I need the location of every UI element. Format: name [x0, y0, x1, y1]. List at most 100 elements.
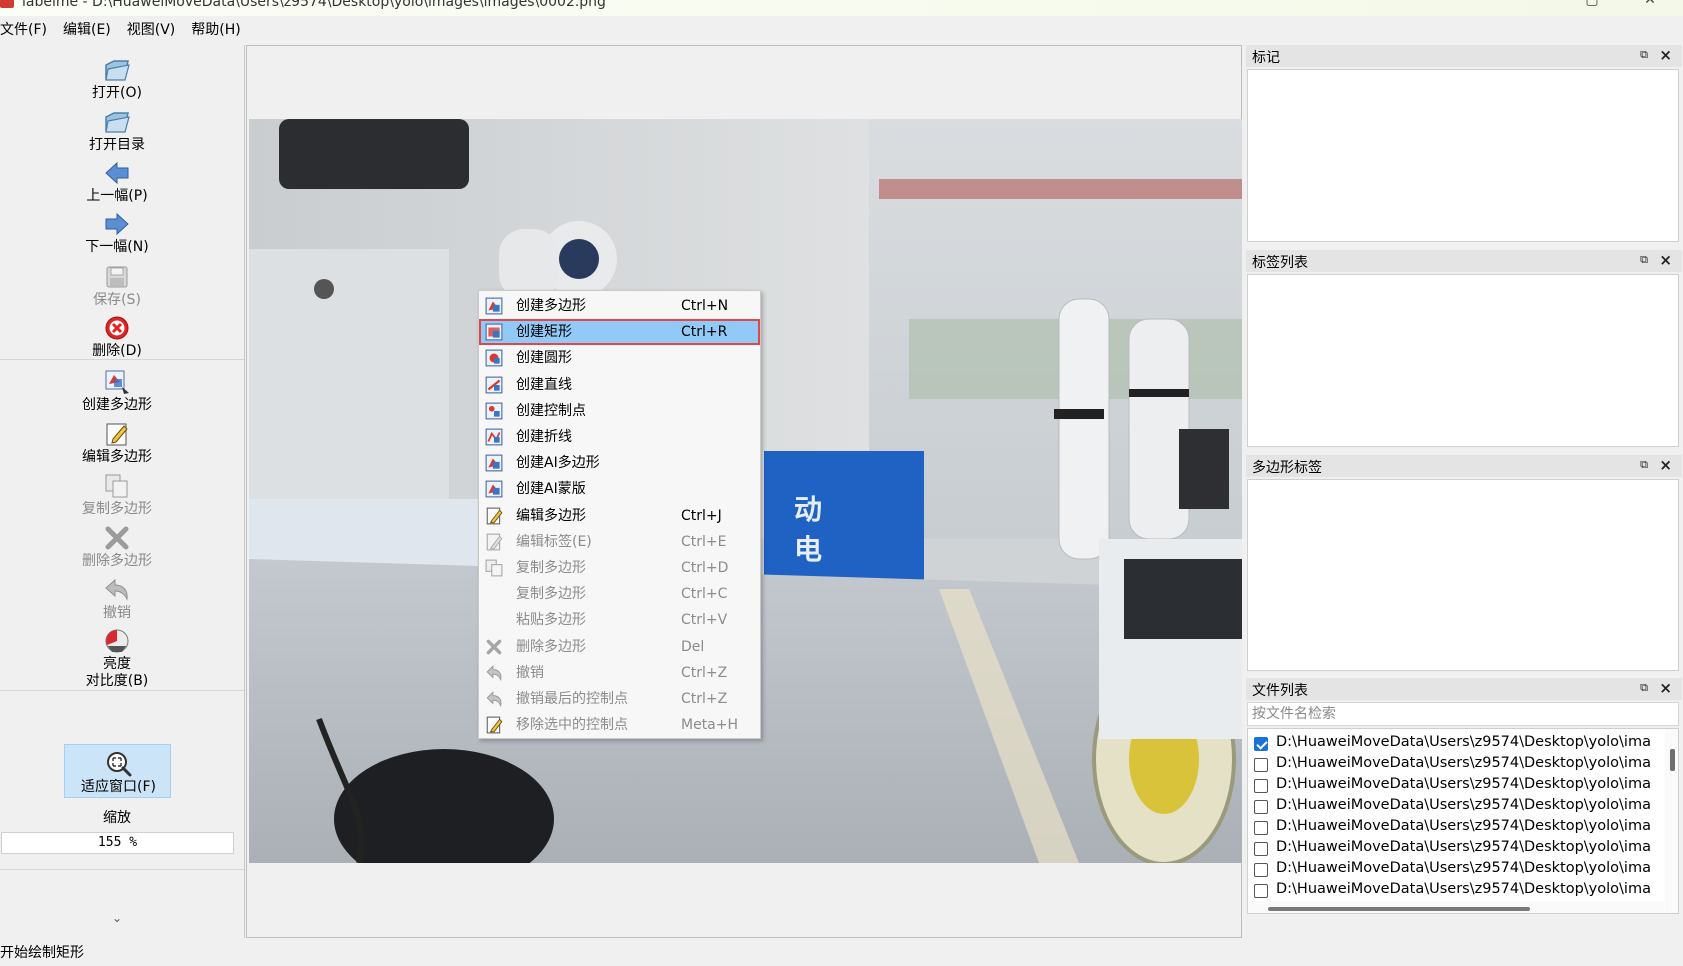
file-list-item[interactable]: D:\HuaweiMoveData\Users\z9574\Desktop\yo…	[1252, 817, 1662, 839]
arrow-left-icon	[105, 161, 129, 185]
context-menu-item-label: 编辑标签(E)	[516, 533, 592, 550]
prev-image-button[interactable]: 上一幅(P)	[0, 158, 234, 205]
context-menu-item[interactable]: 编辑标签(E) Ctrl+E	[479, 529, 760, 555]
fit-window-label: 适应窗口(F)	[81, 779, 156, 795]
label-list[interactable]	[1247, 274, 1679, 447]
float-dock-icon[interactable]: ⧉	[1640, 681, 1648, 695]
context-menu-item-shortcut: Ctrl+Z	[681, 664, 728, 681]
file-list-item[interactable]: D:\HuaweiMoveData\Users\z9574\Desktop\yo…	[1252, 754, 1662, 776]
file-list-item[interactable]: D:\HuaweiMoveData\Users\z9574\Desktop\yo…	[1252, 880, 1662, 902]
file-list-dock: 文件列表 ⧉ × 按文件名检索 D:\HuaweiMoveData\Users\…	[1246, 678, 1682, 938]
context-menu-item-shortcut: Ctrl+Z	[681, 691, 728, 707]
file-checkbox[interactable]	[1254, 884, 1268, 898]
file-checkbox[interactable]	[1254, 758, 1268, 772]
context-menu-item[interactable]: 创建AI多边形	[479, 450, 760, 476]
context-menu-item[interactable]: 删除多边形 Del	[479, 634, 760, 660]
file-list-vertical-scrollbar[interactable]	[1665, 729, 1678, 913]
label-list-dock: 标签列表 ⧉ ×	[1246, 250, 1682, 450]
context-menu-item[interactable]: 创建AI蒙版	[479, 476, 760, 502]
context-menu-item-shortcut: Ctrl+E	[681, 533, 727, 550]
undo-button[interactable]: 撤销	[0, 575, 234, 622]
fit-window-button[interactable]: 适应窗口(F)	[64, 744, 171, 798]
file-path: D:\HuaweiMoveData\Users\z9574\Desktop\yo…	[1276, 797, 1651, 813]
context-menu-item-label: 创建直线	[516, 376, 572, 393]
zoom-input[interactable]: 155 %	[1, 832, 234, 854]
create-polygon-button[interactable]: 创建多边形	[0, 367, 234, 414]
context-menu-item[interactable]: 粘贴多边形 Ctrl+V	[479, 607, 760, 633]
status-message: 开始绘制矩形	[0, 945, 84, 961]
file-list-item[interactable]: D:\HuaweiMoveData\Users\z9574\Desktop\yo…	[1252, 775, 1662, 797]
context-menu-item[interactable]: 创建控制点	[479, 398, 760, 424]
context-menu-item-shortcut: Ctrl+D	[681, 560, 729, 576]
file-list-item[interactable]: D:\HuaweiMoveData\Users\z9574\Desktop\yo…	[1252, 859, 1662, 881]
delete-circle-icon	[105, 316, 129, 340]
float-dock-icon[interactable]: ⧉	[1640, 48, 1648, 62]
close-dock-icon[interactable]: ×	[1659, 456, 1672, 474]
context-menu-item-label: 创建折线	[516, 429, 572, 445]
close-dock-icon[interactable]: ×	[1659, 46, 1672, 64]
edit-polygon-button[interactable]: 编辑多边形	[0, 419, 234, 466]
polygon-labels-list[interactable]	[1247, 479, 1679, 671]
context-menu-item[interactable]: 编辑多边形 Ctrl+J	[479, 503, 760, 529]
context-menu-item[interactable]: 撤销 Ctrl+Z	[479, 660, 760, 686]
close-dock-icon[interactable]: ×	[1659, 679, 1672, 697]
open-dir-button[interactable]: 打开目录	[0, 107, 234, 154]
context-menu-item[interactable]: 撤销最后的控制点 Ctrl+Z	[479, 686, 760, 712]
float-dock-icon[interactable]: ⧉	[1640, 253, 1648, 267]
menu-edit[interactable]: 编辑(E)	[63, 17, 119, 43]
context-menu-item[interactable]: 创建直线	[479, 372, 760, 398]
file-list-item[interactable]: D:\HuaweiMoveData\Users\z9574\Desktop\yo…	[1252, 796, 1662, 818]
menu-file[interactable]: 文件(F)	[0, 17, 55, 43]
brightness-contrast-button[interactable]: 亮度 对比度(B)	[0, 626, 234, 690]
folder-open-icon	[105, 60, 130, 81]
menu-help[interactable]: 帮助(H)	[191, 17, 248, 43]
maximize-icon[interactable]: ▢	[1582, 0, 1602, 12]
file-search-input[interactable]: 按文件名检索	[1247, 702, 1679, 726]
context-menu-item-shortcut: Ctrl+R	[681, 324, 728, 341]
file-list-horizontal-scrollbar[interactable]	[1248, 901, 1664, 913]
open-button[interactable]: 打开(O)	[0, 55, 234, 102]
copy-polygon-button[interactable]: 复制多边形	[0, 471, 234, 518]
file-list[interactable]: D:\HuaweiMoveData\Users\z9574\Desktop\yo…	[1247, 728, 1679, 914]
delete-polygon-button[interactable]: 删除多边形	[0, 523, 234, 570]
file-checkbox[interactable]	[1254, 779, 1268, 793]
file-checkbox[interactable]	[1254, 800, 1268, 814]
rectangle-icon	[485, 323, 503, 341]
context-menu-item[interactable]: 移除选中的控制点 Meta+H	[479, 712, 760, 738]
undo-icon	[486, 664, 502, 681]
circle-icon	[485, 349, 503, 367]
float-dock-icon[interactable]: ⧉	[1640, 458, 1648, 472]
file-checkbox[interactable]	[1254, 821, 1268, 835]
file-checkbox[interactable]	[1254, 863, 1268, 877]
file-checkbox[interactable]	[1254, 842, 1268, 856]
context-menu-item[interactable]: 创建折线	[479, 424, 760, 450]
context-menu-item[interactable]: 创建多边形 Ctrl+N	[479, 293, 760, 319]
open-dir-label: 打开目录	[89, 137, 145, 153]
next-image-label: 下一幅(N)	[85, 239, 149, 255]
file-checkbox[interactable]	[1254, 737, 1268, 751]
edit-icon	[106, 423, 128, 446]
line-icon	[485, 376, 503, 394]
flags-list[interactable]	[1247, 69, 1679, 242]
next-image-button[interactable]: 下一幅(N)	[0, 209, 234, 256]
brightness-icon	[105, 629, 129, 653]
context-menu-item[interactable]: 创建圆形	[479, 345, 760, 371]
context-menu-item[interactable]: 复制多边形 Ctrl+C	[479, 581, 760, 607]
context-menu-item-label: 撤销	[516, 664, 544, 681]
context-menu-item-label: 撤销最后的控制点	[516, 691, 628, 707]
edit-icon	[486, 716, 503, 734]
context-menu-item[interactable]: 复制多边形 Ctrl+D	[479, 555, 760, 581]
save-button[interactable]: 保存(S)	[0, 262, 234, 309]
close-dock-icon[interactable]: ×	[1659, 251, 1672, 269]
close-window-icon[interactable]: ✕	[1640, 0, 1660, 12]
file-list-item[interactable]: D:\HuaweiMoveData\Users\z9574\Desktop\yo…	[1252, 733, 1662, 755]
toolbar-more-icon[interactable]: ⌄	[0, 911, 234, 925]
delete-file-button[interactable]: 删除(D)	[0, 313, 234, 360]
svg-text:电: 电	[794, 533, 822, 566]
file-list-item[interactable]: D:\HuaweiMoveData\Users\z9574\Desktop\yo…	[1252, 838, 1662, 860]
app-icon	[0, 0, 14, 8]
menu-bar: 文件(F) 编辑(E) 视图(V) 帮助(H)	[0, 17, 1683, 43]
delete-x-icon	[105, 526, 129, 550]
menu-view[interactable]: 视图(V)	[127, 17, 184, 43]
context-menu-item[interactable]: 创建矩形 Ctrl+R	[479, 319, 760, 346]
